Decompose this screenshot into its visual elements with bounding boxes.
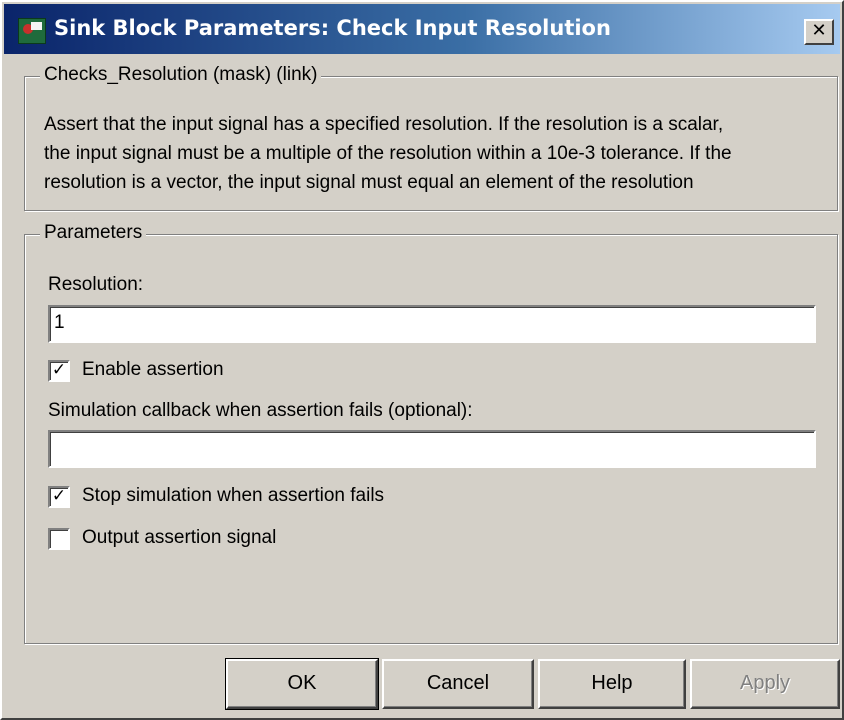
output-signal-label[interactable]: Output assertion signal xyxy=(82,527,276,549)
callback-label: Simulation callback when assertion fails… xyxy=(48,400,473,421)
title-bar[interactable]: Sink Block Parameters: Check Input Resol… xyxy=(4,4,840,54)
close-icon: ✕ xyxy=(811,20,827,41)
output-signal-checkbox[interactable] xyxy=(48,528,70,550)
stop-simulation-checkbox[interactable]: ✓ xyxy=(48,486,70,508)
parameters-group-legend: Parameters xyxy=(40,222,147,244)
cancel-button[interactable]: Cancel xyxy=(382,659,534,709)
enable-assertion-checkbox[interactable]: ✓ xyxy=(48,360,70,382)
window-title: Sink Block Parameters: Check Input Resol… xyxy=(54,16,611,40)
description-line: Assert that the input signal has a speci… xyxy=(44,114,724,135)
resolution-label: Resolution: xyxy=(48,274,144,295)
close-button[interactable]: ✕ xyxy=(804,19,834,45)
mask-description: Assert that the input signal has a speci… xyxy=(44,110,824,197)
resolution-input[interactable]: 1 xyxy=(48,305,816,343)
mask-group-legend: Checks_Resolution (mask) (link) xyxy=(40,64,322,86)
enable-assertion-label[interactable]: Enable assertion xyxy=(82,359,224,381)
simulink-block-icon xyxy=(18,18,46,44)
stop-simulation-label[interactable]: Stop simulation when assertion fails xyxy=(82,485,384,507)
help-button[interactable]: Help xyxy=(538,659,686,709)
checkmark-icon: ✓ xyxy=(51,360,67,380)
dialog-window: Sink Block Parameters: Check Input Resol… xyxy=(0,0,844,720)
callback-input[interactable] xyxy=(48,430,816,468)
checkmark-icon: ✓ xyxy=(51,486,67,506)
apply-button[interactable]: Apply xyxy=(690,659,840,709)
description-line: the input signal must be a multiple of t… xyxy=(44,143,732,164)
description-line: resolution is a vector, the input signal… xyxy=(44,172,694,193)
ok-button[interactable]: OK xyxy=(225,658,379,710)
